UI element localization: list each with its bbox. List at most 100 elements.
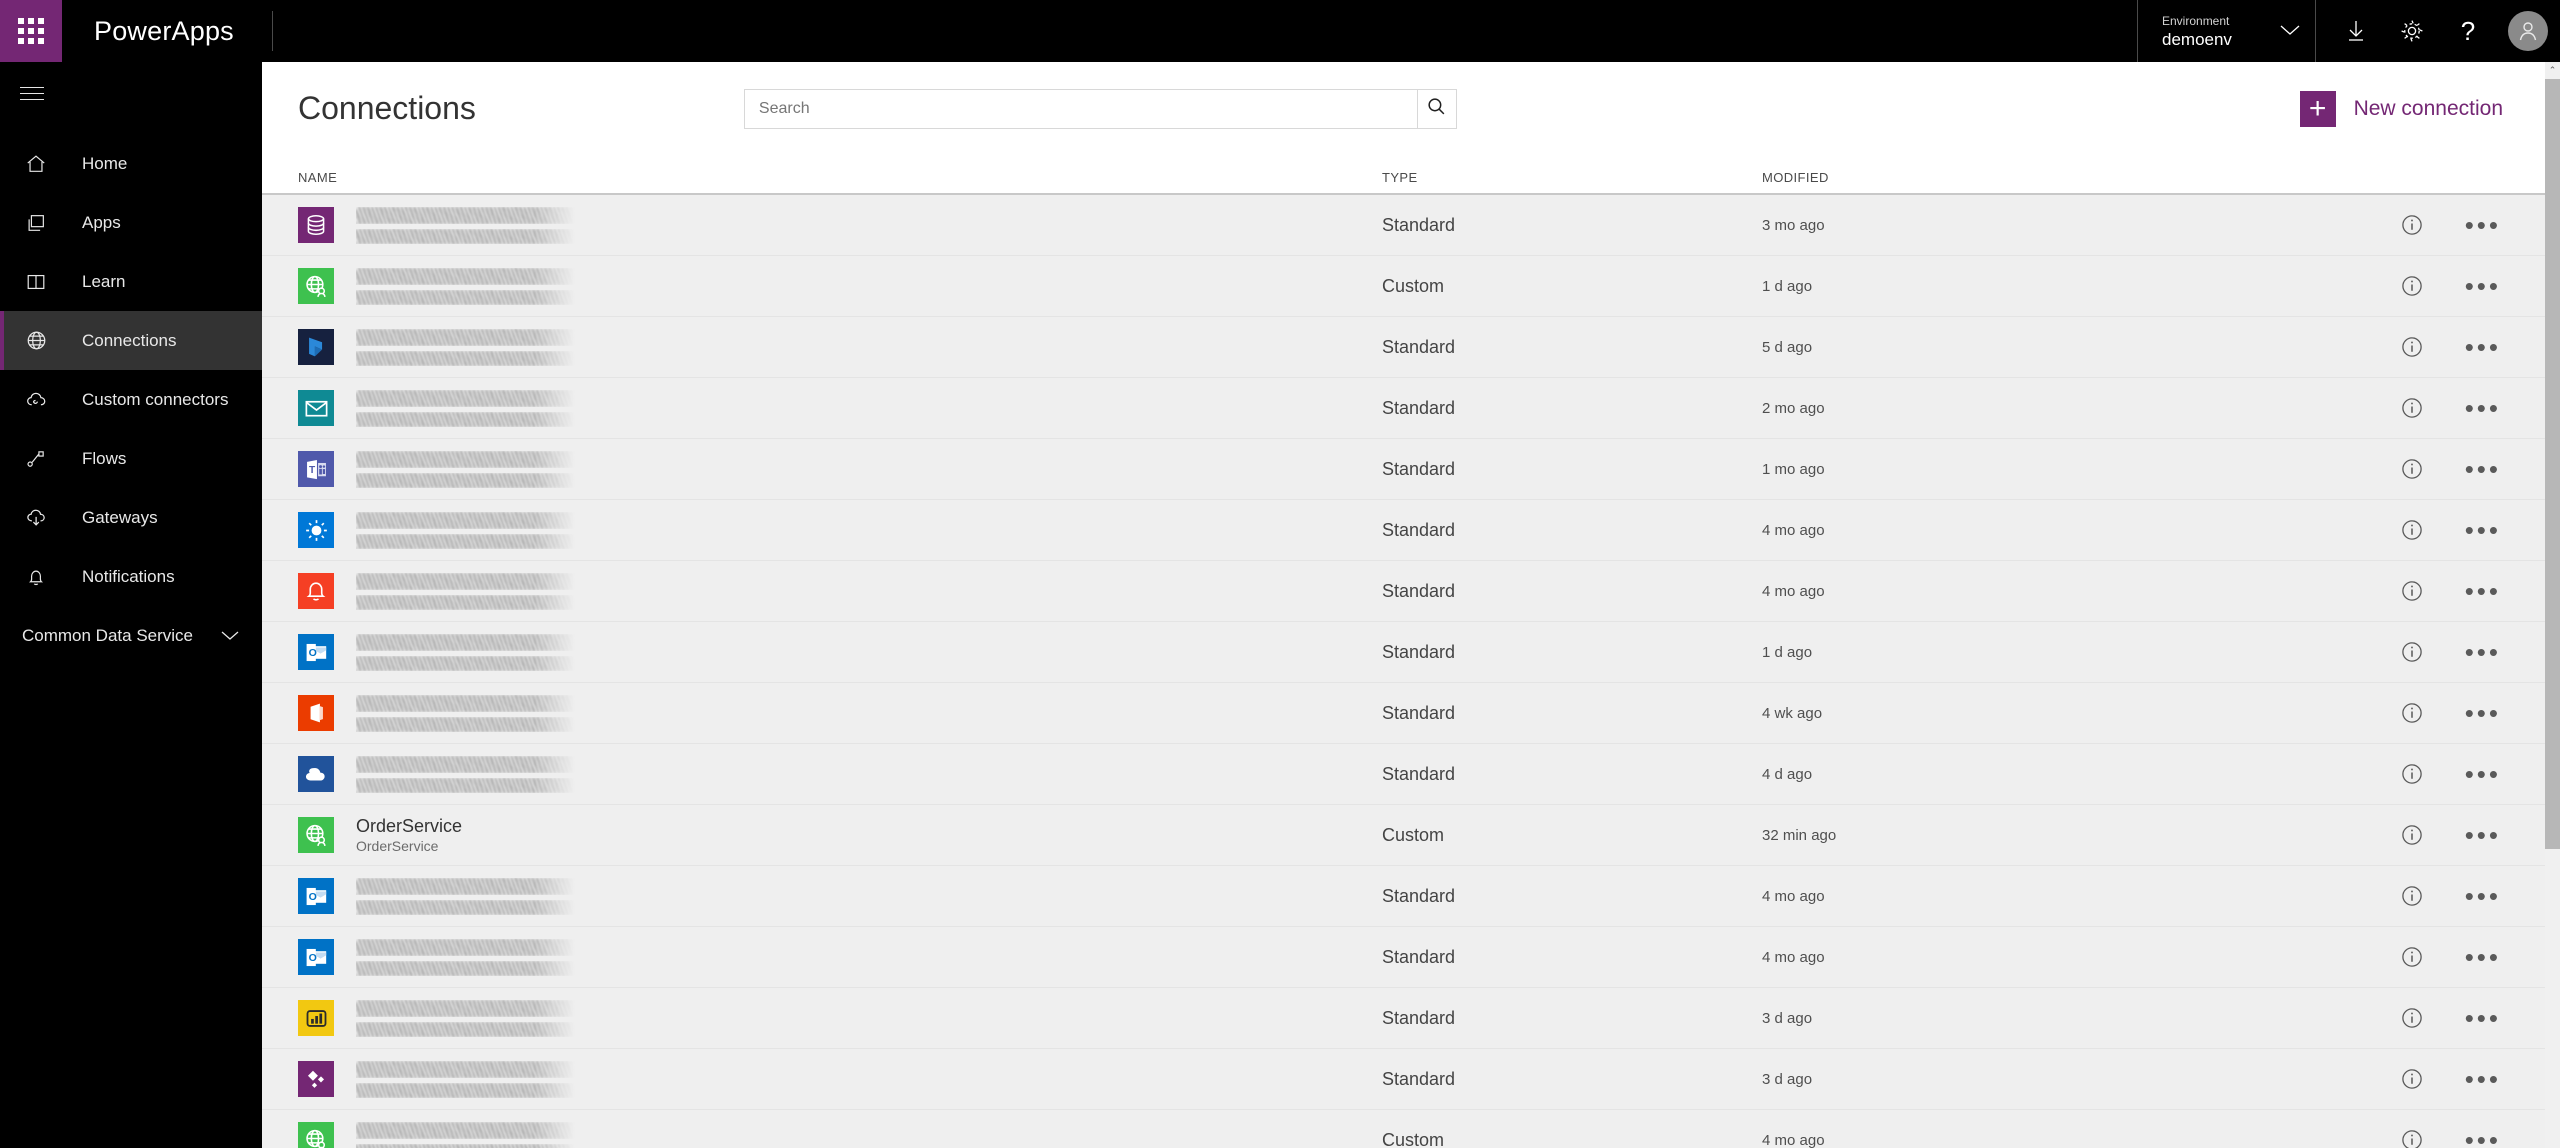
help-icon[interactable]: ? [2446, 9, 2490, 53]
download-icon[interactable] [2334, 9, 2378, 53]
table-row[interactable]: T Redacted connection nameRedacted accoun… [262, 439, 2545, 500]
more-options-icon[interactable]: ••• [2465, 517, 2501, 543]
table-row[interactable]: Redacted connection nameRedacted account… [262, 683, 2545, 744]
sidebar-group-label: Common Data Service [22, 626, 194, 645]
cell-modified: 4 mo ago [1762, 887, 1825, 905]
more-options-icon[interactable]: ••• [2465, 456, 2501, 482]
table-row[interactable]: Redacted connection nameRedacted account… [262, 1110, 2545, 1148]
info-icon[interactable] [2399, 700, 2425, 726]
sidebar-item-notifications[interactable]: Notifications [0, 547, 262, 606]
environment-label: Environment [2162, 13, 2230, 28]
more-options-icon[interactable]: ••• [2465, 944, 2501, 970]
search-button[interactable] [1416, 88, 1457, 129]
table-row[interactable]: O Redacted connection nameRedacted accoun… [262, 927, 2545, 988]
sidebar-item-learn[interactable]: Learn [0, 252, 262, 311]
cell-modified: 4 mo ago [1762, 1131, 1825, 1148]
info-icon[interactable] [2399, 822, 2425, 848]
environment-picker[interactable]: Environment demoenv [2137, 0, 2315, 62]
cell-name: OrderService OrderService [298, 815, 1382, 856]
sidebar-item-custom-connectors[interactable]: Custom connectors [0, 370, 262, 429]
app-launcher-button[interactable] [0, 0, 62, 62]
info-icon[interactable] [2399, 883, 2425, 909]
connection-subtitle: Redacted account [356, 288, 575, 307]
info-icon[interactable] [2399, 456, 2425, 482]
topbar-right-cluster: Environment demoenv ? [2137, 0, 2560, 62]
search-input[interactable] [743, 88, 1417, 129]
column-header-modified[interactable]: MODIFIED [1762, 170, 2545, 185]
table-row[interactable]: Redacted connection nameRedacted account… [262, 195, 2545, 256]
more-options-icon[interactable]: ••• [2465, 212, 2501, 238]
connection-name: Redacted connection name [356, 1120, 575, 1142]
sidebar-item-apps[interactable]: Apps [0, 193, 262, 252]
scrollbar-thumb[interactable] [2545, 79, 2560, 849]
cell-name: Redacted connection nameRedacted account [298, 205, 1382, 246]
more-options-icon[interactable]: ••• [2465, 1005, 2501, 1031]
cell-name: Redacted connection nameRedacted account [298, 388, 1382, 429]
info-icon[interactable] [2399, 517, 2425, 543]
info-icon[interactable] [2399, 761, 2425, 787]
info-icon[interactable] [2399, 944, 2425, 970]
more-options-icon[interactable]: ••• [2465, 883, 2501, 909]
more-options-icon[interactable]: ••• [2465, 1066, 2501, 1092]
more-options-icon[interactable]: ••• [2465, 273, 2501, 299]
info-icon[interactable] [2399, 639, 2425, 665]
cell-modified: 2 mo ago [1762, 399, 1825, 417]
table-row[interactable]: Redacted connection nameRedacted account… [262, 256, 2545, 317]
scroll-up-arrow-icon[interactable]: ⌃ [2545, 62, 2560, 79]
table-row[interactable]: Redacted connection nameRedacted account… [262, 988, 2545, 1049]
table-row[interactable]: Redacted connection nameRedacted account… [262, 378, 2545, 439]
cell-modified: 3 d ago [1762, 1009, 1813, 1027]
info-icon[interactable] [2399, 1127, 2425, 1148]
info-icon[interactable] [2399, 212, 2425, 238]
column-header-type[interactable]: TYPE [1382, 170, 1762, 185]
table-row[interactable]: Redacted connection nameRedacted account… [262, 500, 2545, 561]
more-options-icon[interactable]: ••• [2465, 395, 2501, 421]
search-bar [743, 88, 1457, 129]
connection-name: Redacted connection name [356, 266, 575, 288]
more-options-icon[interactable]: ••• [2465, 639, 2501, 665]
hamburger-menu-button[interactable] [0, 70, 262, 116]
sidebar-item-flows[interactable]: Flows [0, 429, 262, 488]
more-options-icon[interactable]: ••• [2465, 822, 2501, 848]
table-row[interactable]: O Redacted connection nameRedacted accoun… [262, 866, 2545, 927]
dynamics365-icon [298, 329, 334, 365]
sidebar-item-connections[interactable]: Connections [0, 311, 262, 370]
table-row[interactable]: Redacted connection nameRedacted account… [262, 1049, 2545, 1110]
column-header-name[interactable]: NAME [298, 170, 1382, 185]
connection-name: Redacted connection name [356, 754, 575, 776]
more-options-icon[interactable]: ••• [2465, 578, 2501, 604]
sidebar-item-home[interactable]: Home [0, 134, 262, 193]
table-row[interactable]: OrderService OrderService Custom 32 min ago… [262, 805, 2545, 866]
chevron-down-icon [220, 629, 240, 644]
sidebar-item-gateways[interactable]: Gateways [0, 488, 262, 547]
info-icon[interactable] [2399, 1066, 2425, 1092]
cell-type: Standard [1382, 519, 1456, 540]
info-icon[interactable] [2399, 1005, 2425, 1031]
connection-subtitle: Redacted account [356, 1020, 575, 1039]
more-options-icon[interactable]: ••• [2465, 1127, 2501, 1148]
table-row[interactable]: Redacted connection nameRedacted account… [262, 317, 2545, 378]
outlook-icon: O [298, 634, 334, 670]
info-icon[interactable] [2399, 334, 2425, 360]
more-options-icon[interactable]: ••• [2465, 334, 2501, 360]
table-row[interactable]: Redacted connection nameRedacted account… [262, 744, 2545, 805]
gear-icon[interactable] [2390, 9, 2434, 53]
connection-name-block: Redacted connection nameRedacted account [334, 754, 575, 795]
more-options-icon[interactable]: ••• [2465, 700, 2501, 726]
new-connection-button[interactable]: + New connection [2299, 90, 2503, 127]
connection-subtitle: Redacted account [356, 1142, 575, 1148]
more-options-icon[interactable]: ••• [2465, 761, 2501, 787]
connection-name-block: Redacted connection nameRedacted account [334, 998, 575, 1039]
connection-name: Redacted connection name [356, 510, 575, 532]
table-row[interactable]: Redacted connection nameRedacted account… [262, 561, 2545, 622]
vertical-scrollbar[interactable]: ⌃ [2545, 62, 2560, 1148]
info-icon[interactable] [2399, 395, 2425, 421]
onedrive-icon [298, 756, 334, 792]
table-row[interactable]: O Redacted connection nameRedacted accoun… [262, 622, 2545, 683]
sidebar-group-common-data-service[interactable]: Common Data Service [0, 606, 262, 666]
connection-name: Redacted connection name [356, 205, 575, 227]
cell-name: Redacted connection nameRedacted account [298, 998, 1382, 1039]
info-icon[interactable] [2399, 273, 2425, 299]
avatar[interactable] [2508, 11, 2548, 51]
info-icon[interactable] [2399, 578, 2425, 604]
